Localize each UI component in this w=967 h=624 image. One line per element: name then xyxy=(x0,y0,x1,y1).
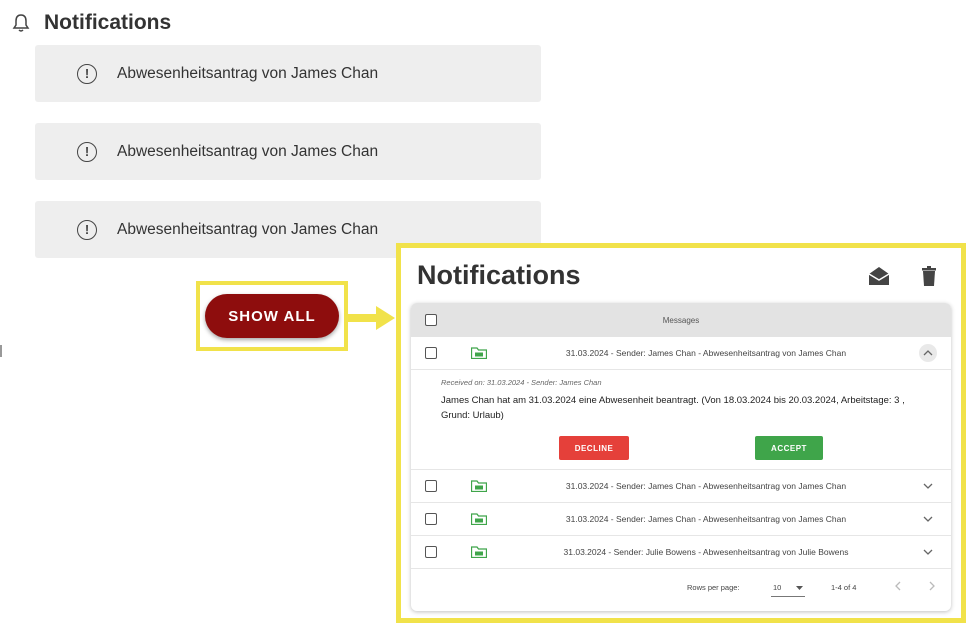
show-all-button[interactable]: SHOW ALL xyxy=(205,294,339,338)
next-page-icon[interactable] xyxy=(929,581,935,594)
row-checkbox[interactable] xyxy=(425,347,437,359)
decline-button[interactable]: DECLINE xyxy=(559,436,629,460)
notification-text: Abwesenheitsantrag von James Chan xyxy=(117,142,379,160)
notifications-header: Notifications xyxy=(10,8,171,38)
chevron-down-icon[interactable] xyxy=(919,510,937,528)
notification-text: Abwesenheitsantrag von James Chan xyxy=(117,220,379,238)
notification-item[interactable]: ! Abwesenheitsantrag von James Chan xyxy=(35,45,541,102)
chevron-down-icon[interactable] xyxy=(919,477,937,495)
row-checkbox[interactable] xyxy=(425,546,437,558)
mark-read-envelope-icon[interactable] xyxy=(867,264,891,288)
page-range: 1-4 of 4 xyxy=(831,583,857,592)
alert-circle-icon: ! xyxy=(77,141,97,162)
row-checkbox[interactable] xyxy=(425,480,437,492)
received-info: Received on: 31.03.2024 - Sender: James … xyxy=(441,378,602,387)
folder-icon xyxy=(471,480,487,492)
caret-down-icon xyxy=(796,585,803,590)
page-title: Notifications xyxy=(44,11,172,34)
chevron-down-icon[interactable] xyxy=(919,543,937,561)
chevron-up-icon[interactable] xyxy=(919,344,937,362)
message-summary: 31.03.2024 - Sender: Julie Bowens - Abwe… xyxy=(563,547,849,557)
table-header: Messages xyxy=(411,303,951,337)
rows-per-page-label: Rows per page: xyxy=(687,583,740,592)
folder-icon xyxy=(471,347,487,359)
message-summary: 31.03.2024 - Sender: James Chan - Abwese… xyxy=(565,481,847,491)
trash-icon[interactable] xyxy=(917,264,941,288)
table-row[interactable]: 31.03.2024 - Sender: James Chan - Abwese… xyxy=(411,337,951,370)
previous-page-icon[interactable] xyxy=(895,581,901,594)
show-all-highlight: SHOW ALL xyxy=(196,281,348,351)
folder-icon xyxy=(471,513,487,525)
accept-button[interactable]: ACCEPT xyxy=(755,436,823,460)
messages-table: Messages 31.03.2024 - Sender: James Chan… xyxy=(411,303,951,611)
message-detail: Received on: 31.03.2024 - Sender: James … xyxy=(411,370,951,470)
table-row[interactable]: 31.03.2024 - Sender: James Chan - Abwese… xyxy=(411,470,951,503)
bell-icon xyxy=(10,11,32,35)
folder-icon xyxy=(471,546,487,558)
pagination: Rows per page: 10 1-4 of 4 xyxy=(411,569,951,609)
divider xyxy=(0,345,2,357)
message-summary: 31.03.2024 - Sender: James Chan - Abwese… xyxy=(565,348,847,358)
table-row[interactable]: 31.03.2024 - Sender: James Chan - Abwese… xyxy=(411,503,951,536)
table-row[interactable]: 31.03.2024 - Sender: Julie Bowens - Abwe… xyxy=(411,536,951,569)
alert-circle-icon: ! xyxy=(77,63,97,84)
column-header-messages: Messages xyxy=(662,315,700,325)
message-body: James Chan hat am 31.03.2024 eine Abwese… xyxy=(441,395,905,421)
rows-per-page-select[interactable]: 10 xyxy=(771,579,805,597)
notification-text: Abwesenheitsantrag von James Chan xyxy=(117,64,379,82)
rows-per-page-value: 10 xyxy=(773,583,782,592)
dialog-title: Notifications xyxy=(417,260,581,290)
alert-circle-icon: ! xyxy=(77,219,97,240)
notification-item[interactable]: ! Abwesenheitsantrag von James Chan xyxy=(35,123,541,180)
arrow-right-icon xyxy=(348,306,395,330)
notifications-dialog: Notifications Messages 31.03.2024 - Send… xyxy=(396,243,966,623)
row-checkbox[interactable] xyxy=(425,513,437,525)
message-summary: 31.03.2024 - Sender: James Chan - Abwese… xyxy=(565,514,847,524)
